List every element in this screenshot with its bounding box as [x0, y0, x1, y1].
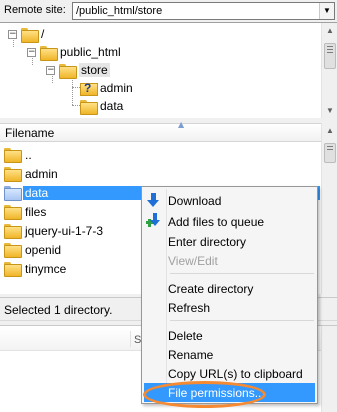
scroll-thumb[interactable]: [324, 143, 336, 163]
queue-scrollbar[interactable]: [321, 326, 337, 412]
file-name: ..: [25, 147, 32, 162]
collapse-icon[interactable]: −: [46, 65, 55, 75]
menu-item-label: Refresh: [168, 300, 211, 315]
file-name: openid: [25, 242, 62, 257]
add-to-queue-icon: [144, 212, 166, 231]
menu-item-label: Download: [168, 193, 222, 208]
menu-item-label: Rename: [168, 347, 214, 362]
file-name: admin: [25, 166, 58, 181]
menu-item-label: Enter directory: [168, 234, 247, 249]
tree-node-label: public_html: [60, 45, 121, 59]
tree-node-store[interactable]: − store: [46, 61, 110, 79]
folder-icon: [59, 63, 77, 79]
status-text: Selected 1 directory.: [4, 303, 113, 317]
menu-item-view-edit: View/Edit: [144, 251, 315, 270]
file-name: jquery-ui-1-7-3: [25, 223, 104, 238]
tree-node-label: admin: [100, 81, 133, 95]
scroll-down-icon[interactable]: ▼: [322, 103, 337, 119]
scroll-up-icon[interactable]: ▲: [322, 123, 337, 139]
tree-node-public-html[interactable]: − public_html: [27, 43, 121, 61]
sort-ascending-icon: ▲: [178, 120, 185, 129]
download-icon: [144, 191, 166, 210]
folder-icon: [80, 99, 98, 115]
folder-icon: [4, 186, 22, 201]
tree-node-data[interactable]: data: [80, 97, 123, 115]
list-item[interactable]: admin: [0, 164, 320, 183]
tree-node-admin[interactable]: ? admin: [80, 79, 133, 97]
folder-icon: [21, 27, 39, 43]
menu-item-label: View/Edit: [168, 253, 218, 268]
menu-item-enter-directory[interactable]: Enter directory: [144, 232, 315, 251]
scroll-up-icon[interactable]: ▲: [322, 23, 337, 39]
menu-separator: [170, 273, 314, 274]
folder-icon: [4, 205, 22, 220]
menu-item-label: Copy URL(s) to clipboard: [168, 366, 303, 381]
context-menu: Download Add files to queue Enter direct…: [141, 186, 318, 404]
menu-item-download[interactable]: Download: [144, 191, 315, 210]
menu-item-delete[interactable]: Delete: [144, 326, 315, 345]
highlight-annotation-ring: [143, 381, 266, 408]
menu-item-label: Create directory: [168, 281, 254, 296]
menu-item-label: Add files to queue: [168, 214, 265, 229]
directory-tree: − / − public_html − store ? admin data ▲…: [0, 22, 337, 119]
menu-item-refresh[interactable]: Refresh: [144, 298, 315, 317]
menu-item-create-directory[interactable]: Create directory: [144, 279, 315, 298]
menu-item-copy-url[interactable]: Copy URL(s) to clipboard: [144, 364, 315, 383]
remote-site-path: /public_html/store: [76, 5, 163, 17]
scroll-thumb[interactable]: [324, 43, 336, 69]
chevron-down-icon[interactable]: ▼: [319, 3, 334, 19]
file-name: files: [25, 204, 47, 219]
list-item[interactable]: ..: [0, 145, 320, 164]
menu-separator: [170, 320, 314, 321]
tree-node-label: data: [100, 99, 124, 113]
menu-item-label: Delete: [168, 328, 203, 343]
folder-icon: [4, 167, 22, 182]
menu-item-rename[interactable]: Rename: [144, 345, 315, 364]
remote-site-bar: Remote site: /public_html/store ▼: [0, 0, 337, 22]
file-list-scrollbar[interactable]: ▲: [321, 123, 337, 294]
filezilla-remote-pane: Remote site: /public_html/store ▼ − / − …: [0, 0, 337, 412]
folder-icon: [4, 224, 22, 239]
folder-icon: [4, 262, 22, 277]
collapse-icon[interactable]: −: [8, 29, 17, 39]
remote-site-input[interactable]: /public_html/store ▼: [72, 2, 335, 20]
menu-item-add-to-queue[interactable]: Add files to queue: [144, 212, 315, 231]
folder-icon: [4, 243, 22, 258]
tree-node-label: store: [79, 63, 110, 77]
tree-node-root[interactable]: − /: [8, 25, 44, 43]
tree-node-label: /: [41, 27, 45, 41]
collapse-icon[interactable]: −: [27, 47, 36, 57]
remote-site-label: Remote site:: [4, 4, 66, 16]
tree-scrollbar[interactable]: ▲ ▼: [321, 23, 337, 119]
filename-column-header[interactable]: Filename: [5, 126, 54, 140]
file-list-header: Filename ▲: [0, 120, 337, 142]
file-name: tinymce: [25, 261, 67, 276]
folder-icon: [40, 45, 58, 61]
unknown-folder-icon: ?: [80, 81, 98, 96]
folder-icon: [4, 148, 22, 163]
